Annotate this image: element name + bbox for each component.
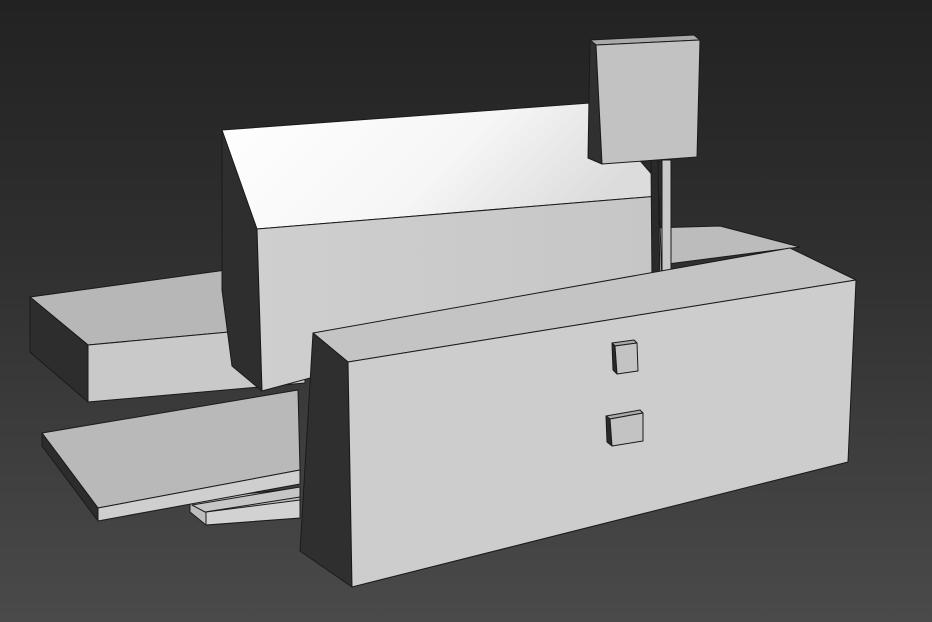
lower-knob-front (609, 412, 644, 447)
monitor-post-left (650, 159, 661, 284)
3d-viewport[interactable] (0, 0, 932, 622)
lower-knob (605, 409, 644, 447)
monitor-panel (587, 34, 701, 165)
lower-trays (41, 389, 301, 526)
monitor-post-right (661, 159, 672, 283)
monitor-front (595, 39, 701, 165)
upper-knob-front (614, 342, 639, 375)
machine-model (29, 34, 857, 588)
upper-knob (611, 339, 639, 375)
